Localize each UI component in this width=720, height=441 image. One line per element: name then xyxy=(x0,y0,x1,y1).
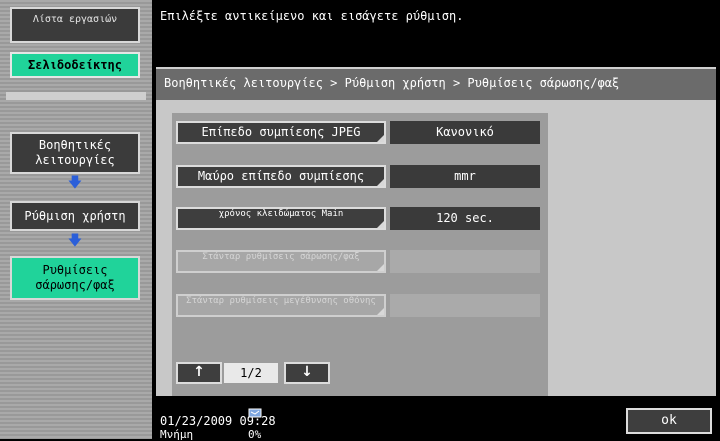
arrow-up-icon: ↑ xyxy=(193,364,205,380)
scan-fax-defaults-button[interactable]: Στάνταρ ρυθμίσεις σάρωσης/φαξ xyxy=(176,250,386,273)
main-lock-time-value: 120 sec. xyxy=(390,207,540,230)
screen-zoom-defaults-value xyxy=(390,294,540,317)
page-up-button[interactable]: ↑ xyxy=(176,362,222,384)
black-compression-value: mmr xyxy=(390,165,540,188)
header-message: Επιλέξτε αντικείμενο και εισάγετε ρύθμισ… xyxy=(152,0,720,56)
arrow-down-icon: 🡇 xyxy=(67,233,83,249)
breadcrumb-path: Βοηθητικές λειτουργίες > Ρύθμιση χρήστη … xyxy=(156,67,716,100)
black-compression-button[interactable]: Μαύρο επίπεδο συμπίεσης xyxy=(176,165,386,188)
scan-fax-defaults-value xyxy=(390,250,540,273)
screen-zoom-defaults-button[interactable]: Στάνταρ ρυθμίσεις μεγέθυνσης οθόνης xyxy=(176,294,386,317)
page-indicator: 1/2 xyxy=(224,363,278,383)
memory-value: 0% xyxy=(248,428,262,441)
page-down-button[interactable]: ↓ xyxy=(284,362,330,384)
main-lock-time-button[interactable]: χρόνος κλειδώματος Main xyxy=(176,207,386,230)
arrow-down-icon: ↓ xyxy=(301,364,313,380)
divider-strip xyxy=(6,92,146,100)
bookmark-tab[interactable]: Σελιδοδείκτης xyxy=(10,52,140,78)
ok-button[interactable]: ok xyxy=(626,408,712,434)
jpeg-compression-button[interactable]: Επίπεδο συμπίεσης JPEG xyxy=(176,121,386,144)
breadcrumb-scan-fax-settings[interactable]: Ρυθμίσεις σάρωσης/φαξ xyxy=(10,256,140,300)
breadcrumb-user-setting[interactable]: Ρύθμιση χρήστη xyxy=(10,201,140,231)
arrow-down-icon: 🡇 xyxy=(67,175,83,191)
network-icon xyxy=(248,408,262,418)
memory-label: Μνήμη xyxy=(160,428,194,441)
breadcrumb-utility[interactable]: Βοηθητικές λειτουργίες xyxy=(10,132,140,174)
jpeg-compression-value: Κανονικό xyxy=(390,121,540,144)
job-list-button[interactable]: Λίστα εργασιών xyxy=(10,7,140,43)
